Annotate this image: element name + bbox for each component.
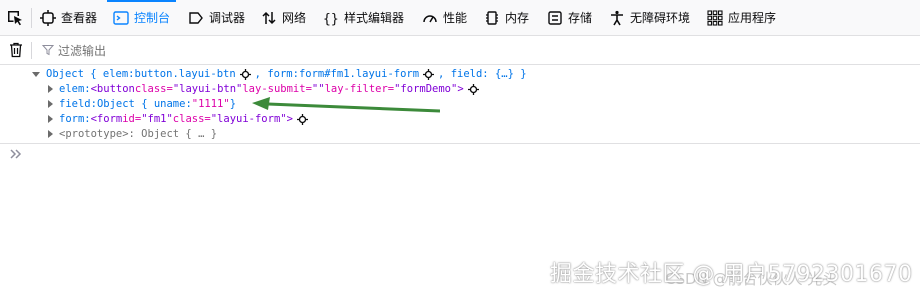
style-editor-icon: {} <box>323 10 339 26</box>
tab-console[interactable]: 控制台 <box>106 0 177 35</box>
filter-icon <box>42 45 54 56</box>
inspector-icon <box>40 9 56 26</box>
node-locate-icon[interactable] <box>239 68 251 80</box>
console-prompt-icon[interactable] <box>9 147 23 161</box>
node-locate-icon[interactable] <box>296 113 308 125</box>
field-property-row[interactable]: field: Object { uname: "1111" } <box>48 96 236 112</box>
devtools-toolbar: 查看器 控制台 调试器 网络 {} 样式编辑器 性能 内存 存储 无障碍环境 应… <box>0 0 920 36</box>
performance-icon <box>422 10 438 26</box>
html-attr-value: "fm1" <box>141 113 173 125</box>
html-tag: > <box>457 83 464 95</box>
tab-memory[interactable]: 内存 <box>484 0 529 35</box>
tab-label: 控制台 <box>134 11 171 25</box>
object-preview-start: Object { elem: <box>46 68 135 80</box>
expand-toggle-icon[interactable] <box>48 100 53 108</box>
node-locate-icon[interactable] <box>467 83 479 95</box>
tab-label: 无障碍环境 <box>630 11 691 25</box>
element-picker-icon[interactable] <box>6 9 24 27</box>
prototype-row[interactable]: <prototype>: Object { … } <box>48 126 217 142</box>
property-key: elem: <box>59 83 91 95</box>
html-attr-name: id= <box>122 113 142 125</box>
html-attr-name: class= <box>134 83 173 95</box>
tab-network[interactable]: 网络 <box>261 0 306 35</box>
trash-icon[interactable] <box>9 42 23 58</box>
tab-label: 调试器 <box>209 11 246 25</box>
tab-application[interactable]: 应用程序 <box>707 0 776 35</box>
object-preview: Object { uname: <box>96 98 192 110</box>
annotation-arrow <box>252 97 440 113</box>
console-output: Object { elem: button.layui-btn , form: … <box>0 65 920 144</box>
tab-label: 应用程序 <box>728 11 777 25</box>
tab-label: 网络 <box>282 11 307 25</box>
object-form-key: , form: <box>254 68 299 80</box>
tab-debugger[interactable]: 调试器 <box>188 0 245 35</box>
filter-separator <box>31 42 32 59</box>
memory-icon <box>484 10 500 26</box>
tab-label: 样式编辑器 <box>344 11 405 25</box>
property-key: field: <box>59 98 97 110</box>
tab-label: 查看器 <box>61 11 98 25</box>
tab-style-editor[interactable]: {} 样式编辑器 <box>323 0 404 35</box>
tab-label: 存储 <box>568 11 593 25</box>
expand-toggle-icon[interactable] <box>48 115 53 123</box>
string-value: "1111" <box>191 98 230 110</box>
tab-storage[interactable]: 存储 <box>547 0 592 35</box>
console-filter-bar: 过滤输出 <box>0 36 920 65</box>
node-locate-icon[interactable] <box>423 68 435 80</box>
tab-label: 性能 <box>443 11 468 25</box>
object-form-ref[interactable]: form#fm1.layui-form <box>299 66 419 82</box>
property-key: form: <box>59 113 91 125</box>
prototype-preview: <prototype>: Object { … } <box>59 128 218 140</box>
filter-placeholder: 过滤输出 <box>58 43 107 58</box>
tab-label: 内存 <box>505 11 530 25</box>
console-object-row[interactable]: Object { elem: button.layui-btn , form: … <box>32 66 527 82</box>
expand-toggle-icon[interactable] <box>32 71 40 77</box>
tab-accessibility[interactable]: 无障碍环境 <box>609 0 690 35</box>
filter-input[interactable]: 过滤输出 <box>42 40 106 60</box>
debugger-icon <box>188 10 204 26</box>
html-attr-name: class= <box>172 113 211 125</box>
application-icon <box>707 9 723 26</box>
svg-text:{}: {} <box>323 12 339 26</box>
watermark-primary: 掘金技术社区 @ 用户5792301670 <box>550 262 913 287</box>
html-attr-value: "layui-btn" <box>172 83 243 95</box>
tab-performance[interactable]: 性能 <box>422 0 467 35</box>
network-icon <box>261 10 277 26</box>
expand-toggle-icon[interactable] <box>48 85 53 93</box>
object-field-preview: , field: {…} } <box>438 68 527 80</box>
console-icon <box>113 10 129 26</box>
storage-icon <box>547 10 563 26</box>
expand-toggle-icon[interactable] <box>48 130 53 138</box>
object-preview-end: } <box>229 98 237 110</box>
object-elem-ref[interactable]: button.layui-btn <box>135 66 236 82</box>
accessibility-icon <box>609 10 625 26</box>
html-tag: <button <box>90 83 135 95</box>
toolbar-separator <box>31 8 32 28</box>
html-tag: <form <box>90 113 123 125</box>
tab-inspector[interactable]: 查看器 <box>40 0 97 35</box>
